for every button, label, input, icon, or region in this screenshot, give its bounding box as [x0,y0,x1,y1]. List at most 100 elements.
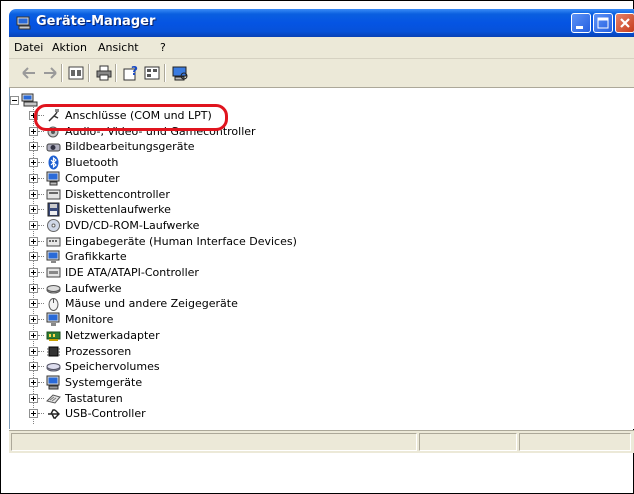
tree-line [38,398,44,399]
collapse-toggle[interactable] [10,96,19,105]
print-icon[interactable] [95,64,113,82]
status-pane [519,433,631,451]
minimize-button[interactable] [571,13,591,33]
tree-item[interactable]: Speichervolumes [10,359,310,374]
expand-toggle[interactable] [29,158,38,167]
tree-line [38,366,44,367]
scan-hardware-icon[interactable] [171,64,189,82]
forward-arrow-icon[interactable] [41,64,59,82]
status-bar [9,430,634,453]
tree-item[interactable]: Tastaturen [10,391,310,406]
tree-item-label: Bluetooth [65,156,119,169]
expand-toggle[interactable] [29,268,38,277]
expand-toggle[interactable] [29,315,38,324]
tree-item[interactable]: Systemgeräte [10,375,310,390]
expand-toggle[interactable] [29,174,38,183]
back-arrow-icon[interactable] [20,64,38,82]
tree-line [38,272,44,273]
view-icon[interactable] [143,64,161,82]
mouse-icon [48,298,59,311]
properties-icon[interactable] [67,64,85,82]
tree-item-label: Tastaturen [65,392,123,405]
dvd-drive-icon [47,219,60,232]
expand-toggle[interactable] [29,362,38,371]
tree-item[interactable]: Eingabegeräte (Human Interface Devices) [10,234,310,249]
tree-line [38,131,44,132]
expand-toggle[interactable] [29,409,38,418]
help-icon[interactable]: ? [122,64,140,82]
floppy-controller-icon [46,189,61,200]
menu-datei[interactable]: Datei [14,41,43,54]
tree-item-label: Grafikkarte [65,250,127,263]
usb-icon [48,409,60,419]
tree-line [38,319,44,320]
tree-line [38,225,44,226]
expand-toggle[interactable] [29,205,38,214]
tree-item[interactable]: Mäuse und andere Zeigegeräte [10,296,310,311]
tree-item-label: Monitore [65,313,114,326]
tree-item-label: Diskettenlaufwerke [65,203,171,216]
tree-item[interactable]: Computer [10,171,310,186]
tree-item-label: Bildbearbeitungsgeräte [65,140,195,153]
expand-toggle[interactable] [29,378,38,387]
expand-toggle[interactable] [29,127,38,136]
expand-toggle[interactable] [29,299,38,308]
expand-toggle[interactable] [29,394,38,403]
tree-item[interactable]: Bluetooth [10,155,310,170]
tree-line [38,209,44,210]
expand-toggle[interactable] [29,252,38,261]
ide-controller-icon [46,267,61,278]
tree-line [38,413,44,414]
tree-line [38,303,44,304]
tree-item[interactable]: Bildbearbeitungsgeräte [10,139,310,154]
computer-icon [16,16,31,30]
bluetooth-icon [48,155,59,170]
computer-icon [21,93,38,107]
tree-item[interactable]: Monitore [10,312,310,327]
tree-line [38,178,44,179]
tree-item[interactable]: Netzwerkadapter [10,328,310,343]
close-icon [620,18,630,28]
close-button[interactable] [615,13,634,33]
window-title: Geräte-Manager [36,14,156,29]
tree-item[interactable]: Laufwerke [10,281,310,296]
tree-item[interactable]: USB-Controller [10,406,310,421]
menu-ansicht[interactable]: Ansicht [98,41,139,54]
expand-toggle[interactable] [29,221,38,230]
toolbar-separator [88,64,90,82]
tree-item-label: Systemgeräte [65,376,143,389]
device-tree[interactable]: Anschlüsse (COM und LPT) Audio-, Video- u… [9,88,634,429]
status-pane [419,433,517,451]
menu-aktion[interactable]: Aktion [52,41,87,54]
toolbar-separator [115,64,117,82]
maximize-button[interactable] [593,13,613,33]
expand-toggle[interactable] [29,347,38,356]
tree-line [38,256,44,257]
tree-item[interactable]: Diskettencontroller [10,187,310,202]
title-bar[interactable]: Geräte-Manager [9,9,634,37]
expand-toggle[interactable] [29,237,38,246]
expand-toggle[interactable] [29,284,38,293]
tree-line [38,241,44,242]
tree-item-label: Prozessoren [65,345,132,358]
tree-item-label: Laufwerke [65,282,122,295]
tree-item[interactable]: Prozessoren [10,344,310,359]
tree-item-label: DVD/CD-ROM-Laufwerke [65,219,200,232]
tree-item[interactable]: DVD/CD-ROM-Laufwerke [10,218,310,233]
tree-item[interactable]: Grafikkarte [10,249,310,264]
minimize-icon [576,26,583,29]
tree-item[interactable]: Diskettenlaufwerke [10,202,310,217]
display-adapter-icon [46,250,60,263]
tree-item-label: Mäuse und andere Zeigegeräte [65,297,238,310]
tree-item[interactable]: IDE ATA/ATAPI-Controller [10,265,310,280]
monitor-icon [46,312,60,326]
expand-toggle[interactable] [29,142,38,151]
tree-line [38,335,44,336]
menu-help[interactable]: ? [160,41,166,54]
tree-line [38,288,44,289]
expand-toggle[interactable] [29,190,38,199]
expand-toggle[interactable] [29,331,38,340]
menu-bar: Datei Aktion Ansicht ? [9,37,634,59]
tree-line [38,146,44,147]
maximize-icon [597,17,609,29]
